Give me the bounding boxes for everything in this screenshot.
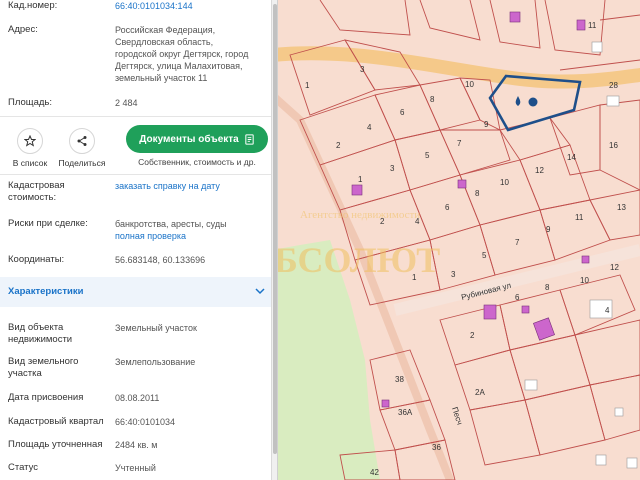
char-label: Кадастровый квартал xyxy=(8,416,104,427)
address-value: Российская Федерация, Свердловская облас… xyxy=(115,24,270,84)
char-label: Вид объекта недвижимости xyxy=(8,322,108,346)
char-value: 66:40:0101034 xyxy=(115,417,176,427)
address-line: городской округ Дегтярск, город xyxy=(115,49,249,59)
char-label: Статус xyxy=(8,462,39,473)
plot-number: 3 xyxy=(390,164,395,173)
area-value: 2 484 xyxy=(115,98,138,108)
plot-number: 36 xyxy=(432,443,441,452)
chevron-down-icon xyxy=(255,288,265,295)
characteristics-header[interactable]: Характеристики xyxy=(0,277,271,307)
panel-scrollbar[interactable] xyxy=(272,0,278,480)
plot-number: 8 xyxy=(475,189,480,198)
divider xyxy=(0,174,271,175)
address-line: Дегтярск, улица Малахитовая, xyxy=(115,61,243,71)
area-label: Площадь: xyxy=(8,97,52,108)
risks-label: Риски при сделке: xyxy=(8,218,88,229)
char-value: Землепользование xyxy=(115,357,196,367)
address-label: Адрес: xyxy=(8,24,38,35)
plot-number: 3 xyxy=(360,65,365,74)
risks-text: банкротства, аресты, суды xyxy=(115,219,227,229)
order-certificate-link[interactable]: заказать справку на дату xyxy=(115,180,270,192)
share-button[interactable]: Поделиться xyxy=(56,128,108,168)
label-line: недвижимости xyxy=(8,334,73,345)
plot-number: 16 xyxy=(609,141,618,150)
add-to-list-label: В список xyxy=(12,158,48,168)
plot-number: 9 xyxy=(484,120,489,129)
info-panel: Кад.номер: 66:40:0101034:144 Адрес: Росс… xyxy=(0,0,272,480)
plot-number: 7 xyxy=(457,139,462,148)
scrollbar-thumb[interactable] xyxy=(273,4,277,454)
coordinates-value: 56.683148, 60.133696 xyxy=(115,255,206,265)
documents-button[interactable]: Документы объекта xyxy=(126,125,268,153)
add-to-list-button[interactable]: В список xyxy=(8,128,52,168)
plot-number: 4 xyxy=(605,306,610,315)
char-label: Площадь уточненная xyxy=(8,439,103,450)
star-icon xyxy=(17,128,43,154)
plot-number: 6 xyxy=(400,108,405,117)
full-check-link[interactable]: полная проверка xyxy=(115,230,270,242)
address-line: земельный участок 11 xyxy=(115,73,208,83)
selected-plot-marker[interactable] xyxy=(528,97,538,107)
label-line: участка xyxy=(8,368,42,379)
document-icon xyxy=(245,133,254,145)
plot-number: 13 xyxy=(617,203,626,212)
documents-button-label: Документы объекта xyxy=(139,133,239,145)
label-line: Кадастровая xyxy=(8,180,65,191)
plot-number: 12 xyxy=(535,166,544,175)
plot-number: 12 xyxy=(610,263,619,272)
plot-number: 38 xyxy=(395,375,404,384)
plot-number: 8 xyxy=(545,283,550,292)
plot-number: 28 xyxy=(609,81,618,90)
plot-number: 2 xyxy=(336,141,341,150)
plot-number: 4 xyxy=(367,123,372,132)
characteristics-title: Характеристики xyxy=(8,286,84,297)
char-value: Учтенный xyxy=(115,463,156,473)
plot-number: 6 xyxy=(445,203,450,212)
documents-subtitle: Собственник, стоимость и др. xyxy=(138,157,256,167)
plot-number: 9 xyxy=(546,225,551,234)
address-line: Российская Федерация, xyxy=(115,25,216,35)
plot-number: 2 xyxy=(470,331,475,340)
plot-number: 11 xyxy=(588,21,597,30)
plot-number: 2А xyxy=(475,388,485,397)
coordinates-label: Координаты: xyxy=(8,254,65,265)
label-line: стоимость: xyxy=(8,192,57,203)
char-label: Дата присвоения xyxy=(8,392,84,403)
cad-number-value[interactable]: 66:40:0101034:144 xyxy=(115,0,270,12)
plot-number: 10 xyxy=(580,276,589,285)
plot-number: 6 xyxy=(515,293,520,302)
plot-number: 11 xyxy=(575,213,584,222)
label-line: Вид объекта xyxy=(8,322,64,333)
address-line: Свердловская область, xyxy=(115,37,214,47)
plot-number: 8 xyxy=(430,95,435,104)
label-line: Вид земельного xyxy=(8,356,79,367)
share-label: Поделиться xyxy=(58,158,106,168)
plot-number: 1 xyxy=(358,175,363,184)
divider xyxy=(0,116,271,117)
plot-number: 3 xyxy=(451,270,456,279)
plot-number: 1 xyxy=(305,81,310,90)
plot-number: 42 xyxy=(370,468,379,477)
plot-number: 7 xyxy=(515,238,520,247)
plot-number: 5 xyxy=(425,151,430,160)
char-value: 2484 кв. м xyxy=(115,440,158,450)
plot-number: 10 xyxy=(500,178,509,187)
char-value: Земельный участок xyxy=(115,323,197,333)
cad-number-label: Кад.номер: xyxy=(8,0,58,11)
plot-number: 36А xyxy=(398,408,413,417)
char-value: 08.08.2011 xyxy=(115,393,160,403)
watermark-subtitle: Агентство недвижимости xyxy=(300,209,420,221)
cad-value-label: Кадастровая стоимость: xyxy=(8,180,108,204)
plot-number: 10 xyxy=(465,80,474,89)
char-label: Вид земельного участка xyxy=(8,356,108,380)
plot-number: 14 xyxy=(567,153,576,162)
plot-number: 5 xyxy=(482,251,487,260)
share-icon xyxy=(69,128,95,154)
risks-value: банкротства, аресты, суды полная проверк… xyxy=(115,218,270,242)
